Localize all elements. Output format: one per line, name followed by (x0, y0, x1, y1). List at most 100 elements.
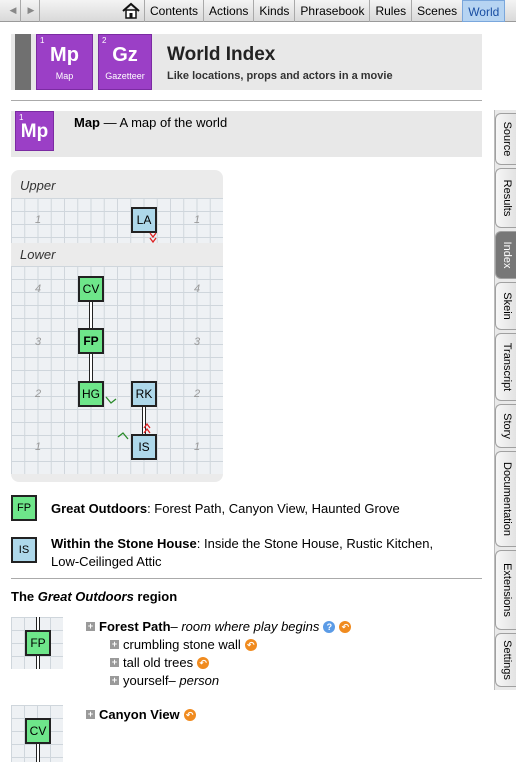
tab-skein[interactable]: Skein (495, 282, 516, 330)
tree-item-canyon-view: + Canyon View ↶ (86, 707, 196, 722)
divider (20, 0, 21, 22)
map-grid-upper (11, 198, 223, 243)
header-bar (15, 34, 31, 90)
tab-documentation[interactable]: Documentation (495, 451, 516, 547)
tab-label: Index (500, 241, 513, 269)
expand-icon[interactable]: + (110, 640, 119, 649)
tab-label: Transcript (500, 342, 513, 392)
row-number: 1 (35, 214, 42, 226)
tab-world[interactable]: World (462, 0, 506, 22)
page-title: World Index (167, 44, 276, 65)
map-connection (36, 743, 40, 762)
room-thumbnail: CV (11, 705, 63, 762)
legend-rooms: : Inside the Stone House, Rustic Kitchen… (196, 536, 434, 551)
tab-kinds[interactable]: Kinds (253, 0, 294, 22)
navigation-bar: ◀ ▶ Contents Actions Kinds Phrasebook Ru… (0, 0, 516, 22)
tab-phrasebook[interactable]: Phrasebook (294, 0, 369, 22)
legend-tile-outdoors[interactable]: FP (11, 495, 37, 521)
divider (39, 0, 40, 22)
back-arrow-icon[interactable]: ◀ (6, 3, 20, 17)
tree-item: + yourself – person (110, 673, 219, 688)
region-name: Great Outdoors (37, 589, 134, 604)
row-number: 1 (194, 441, 201, 453)
tab-contents[interactable]: Contents (144, 0, 203, 22)
thing-note: – person (168, 673, 220, 688)
page-subtitle: Like locations, props and actors in a mo… (167, 70, 393, 82)
room-name: Forest Path (99, 619, 171, 634)
go-to-source-icon[interactable]: ↶ (197, 656, 210, 669)
row-number: 4 (35, 283, 42, 295)
tab-label: Extensions (500, 563, 513, 617)
tile-abbr: Gz (112, 44, 138, 66)
row-number: 2 (194, 388, 201, 400)
exit-arrow-icon (117, 432, 129, 440)
go-to-source-icon[interactable]: ↶ (244, 638, 257, 651)
go-to-source-icon[interactable]: ↶ (183, 708, 196, 721)
tile-label: Map (55, 71, 74, 81)
tab-results[interactable]: Results (495, 168, 516, 228)
forward-arrow-icon[interactable]: ▶ (24, 3, 38, 17)
tab-settings[interactable]: Settings (495, 633, 516, 687)
row-number: 1 (194, 214, 201, 226)
tile-label: Gazetteer (105, 71, 145, 81)
room-CV[interactable]: CV (78, 276, 104, 302)
level-label-upper: Upper (20, 178, 56, 193)
map-connection (89, 300, 93, 328)
room-thumbnail: FP (11, 617, 63, 669)
sidebar: Source Results Index Skein Transcript St… (494, 110, 516, 690)
tree-item-forest-path: + Forest Path – room where play begins? ↶ (86, 619, 352, 634)
room-FP[interactable]: FP (25, 630, 51, 656)
room-LA[interactable]: LA (131, 207, 157, 233)
divider (11, 100, 482, 101)
tab-scenes[interactable]: Scenes (411, 0, 462, 22)
expand-icon[interactable]: + (86, 622, 95, 631)
tree-item: + tall old trees ↶ (110, 655, 210, 670)
expand-icon[interactable]: + (110, 658, 119, 667)
room-HG[interactable]: HG (78, 381, 104, 407)
room-RK[interactable]: RK (131, 381, 157, 407)
nav-tabs: Contents Actions Kinds Phrasebook Rules … (144, 0, 506, 22)
tab-transcript[interactable]: Transcript (495, 333, 516, 401)
room-FP[interactable]: FP (78, 328, 104, 354)
tab-extensions[interactable]: Extensions (495, 550, 516, 630)
room-IS[interactable]: IS (131, 434, 157, 460)
go-to-source-icon[interactable]: ↶ (339, 620, 352, 633)
gazetteer-tile-button[interactable]: 2 Gz Gazetteer (98, 34, 152, 90)
level-label-lower: Lower (20, 247, 56, 262)
row-number: 4 (194, 283, 201, 295)
region-heading: The Great Outdoors region (11, 589, 177, 604)
room-CV[interactable]: CV (25, 718, 51, 744)
tab-index[interactable]: Index (495, 231, 516, 279)
tab-story[interactable]: Story (495, 404, 516, 448)
map-tile-button[interactable]: 1 Mp Map (36, 34, 93, 90)
expand-icon[interactable]: + (110, 676, 119, 685)
row-number: 1 (35, 441, 42, 453)
row-number: 3 (194, 336, 201, 348)
legend-region-name[interactable]: Great Outdoors (51, 501, 147, 516)
tab-label: Source (500, 121, 513, 157)
divider (11, 578, 482, 579)
tree-item: + crumbling stone wall ↶ (110, 637, 257, 652)
world-map: Upper Lower 1 1 4 4 3 3 2 2 1 1 LA CV FP… (11, 170, 223, 482)
tab-rules[interactable]: Rules (369, 0, 411, 22)
region-suffix: region (133, 589, 178, 604)
legend-region-name[interactable]: Within the Stone House (51, 536, 197, 551)
expand-icon[interactable]: + (86, 710, 95, 719)
region-prefix: The (11, 589, 38, 604)
tab-actions[interactable]: Actions (203, 0, 253, 22)
legend-rooms: : Forest Path, Canyon View, Haunted Grov… (147, 501, 400, 516)
room-name: Canyon View (99, 707, 180, 722)
map-section-tile[interactable]: 1 Mp (15, 111, 54, 151)
tab-label: Settings (500, 640, 513, 680)
exit-arrow-icon (105, 396, 117, 404)
tab-label: Documentation (500, 462, 513, 536)
row-number: 2 (35, 388, 42, 400)
map-section-label: Map — A map of the world (74, 115, 227, 130)
tile-abbr: Mp (50, 44, 79, 66)
home-icon[interactable] (121, 2, 141, 19)
up-arrow-icon (143, 423, 151, 434)
help-icon[interactable]: ? (323, 620, 336, 633)
legend-tile-stone-house[interactable]: IS (11, 537, 37, 563)
legend-rooms: Low-Ceilinged Attic (51, 554, 162, 569)
tab-source[interactable]: Source (495, 113, 516, 165)
